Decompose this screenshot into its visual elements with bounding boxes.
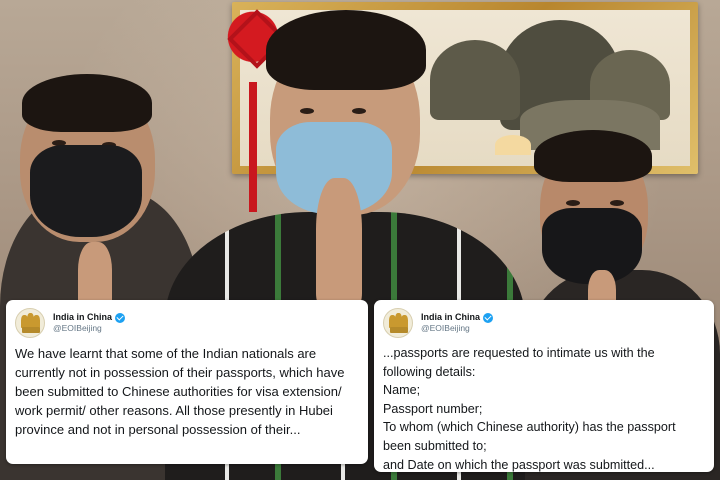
tweet-text: We have learnt that some of the Indian n…	[15, 346, 345, 437]
tweet-header: India in China @EOIBeijing	[15, 308, 359, 338]
name-row: India in China	[53, 312, 126, 323]
tweet-card[interactable]: India in China @EOIBeijing ...passports …	[374, 300, 714, 472]
name-row: India in China	[421, 312, 494, 323]
account-info: India in China @EOIBeijing	[421, 312, 494, 334]
mountain-shape	[430, 40, 520, 120]
emblem-base-shape	[390, 327, 408, 333]
account-handle[interactable]: @EOIBeijing	[53, 323, 125, 334]
verified-badge-icon	[483, 312, 494, 323]
national-emblem-icon[interactable]	[383, 308, 413, 338]
emblem-base-shape	[22, 327, 40, 333]
chinese-knot-tassel	[249, 82, 257, 212]
display-name[interactable]: India in China	[421, 312, 480, 323]
account-handle[interactable]: @EOIBeijing	[421, 323, 493, 334]
verified-badge-icon	[115, 312, 126, 323]
tweet-header: India in China @EOIBeijing	[383, 308, 705, 338]
person-hair	[266, 10, 426, 90]
tweet-card[interactable]: India in China @EOIBeijing We have learn…	[6, 300, 368, 464]
national-emblem-icon[interactable]	[15, 308, 45, 338]
person-hair	[534, 130, 652, 182]
person-eye	[566, 200, 580, 206]
person-eye	[300, 108, 314, 114]
tweet-text: ...passports are requested to intimate u…	[383, 346, 676, 472]
account-info: India in China @EOIBeijing	[53, 312, 126, 334]
black-face-mask	[30, 145, 142, 237]
display-name[interactable]: India in China	[53, 312, 112, 323]
person-eye	[352, 108, 366, 114]
sun-shape	[495, 135, 531, 155]
person-eye	[610, 200, 624, 206]
person-hair	[22, 74, 152, 132]
folded-hands	[316, 178, 362, 306]
